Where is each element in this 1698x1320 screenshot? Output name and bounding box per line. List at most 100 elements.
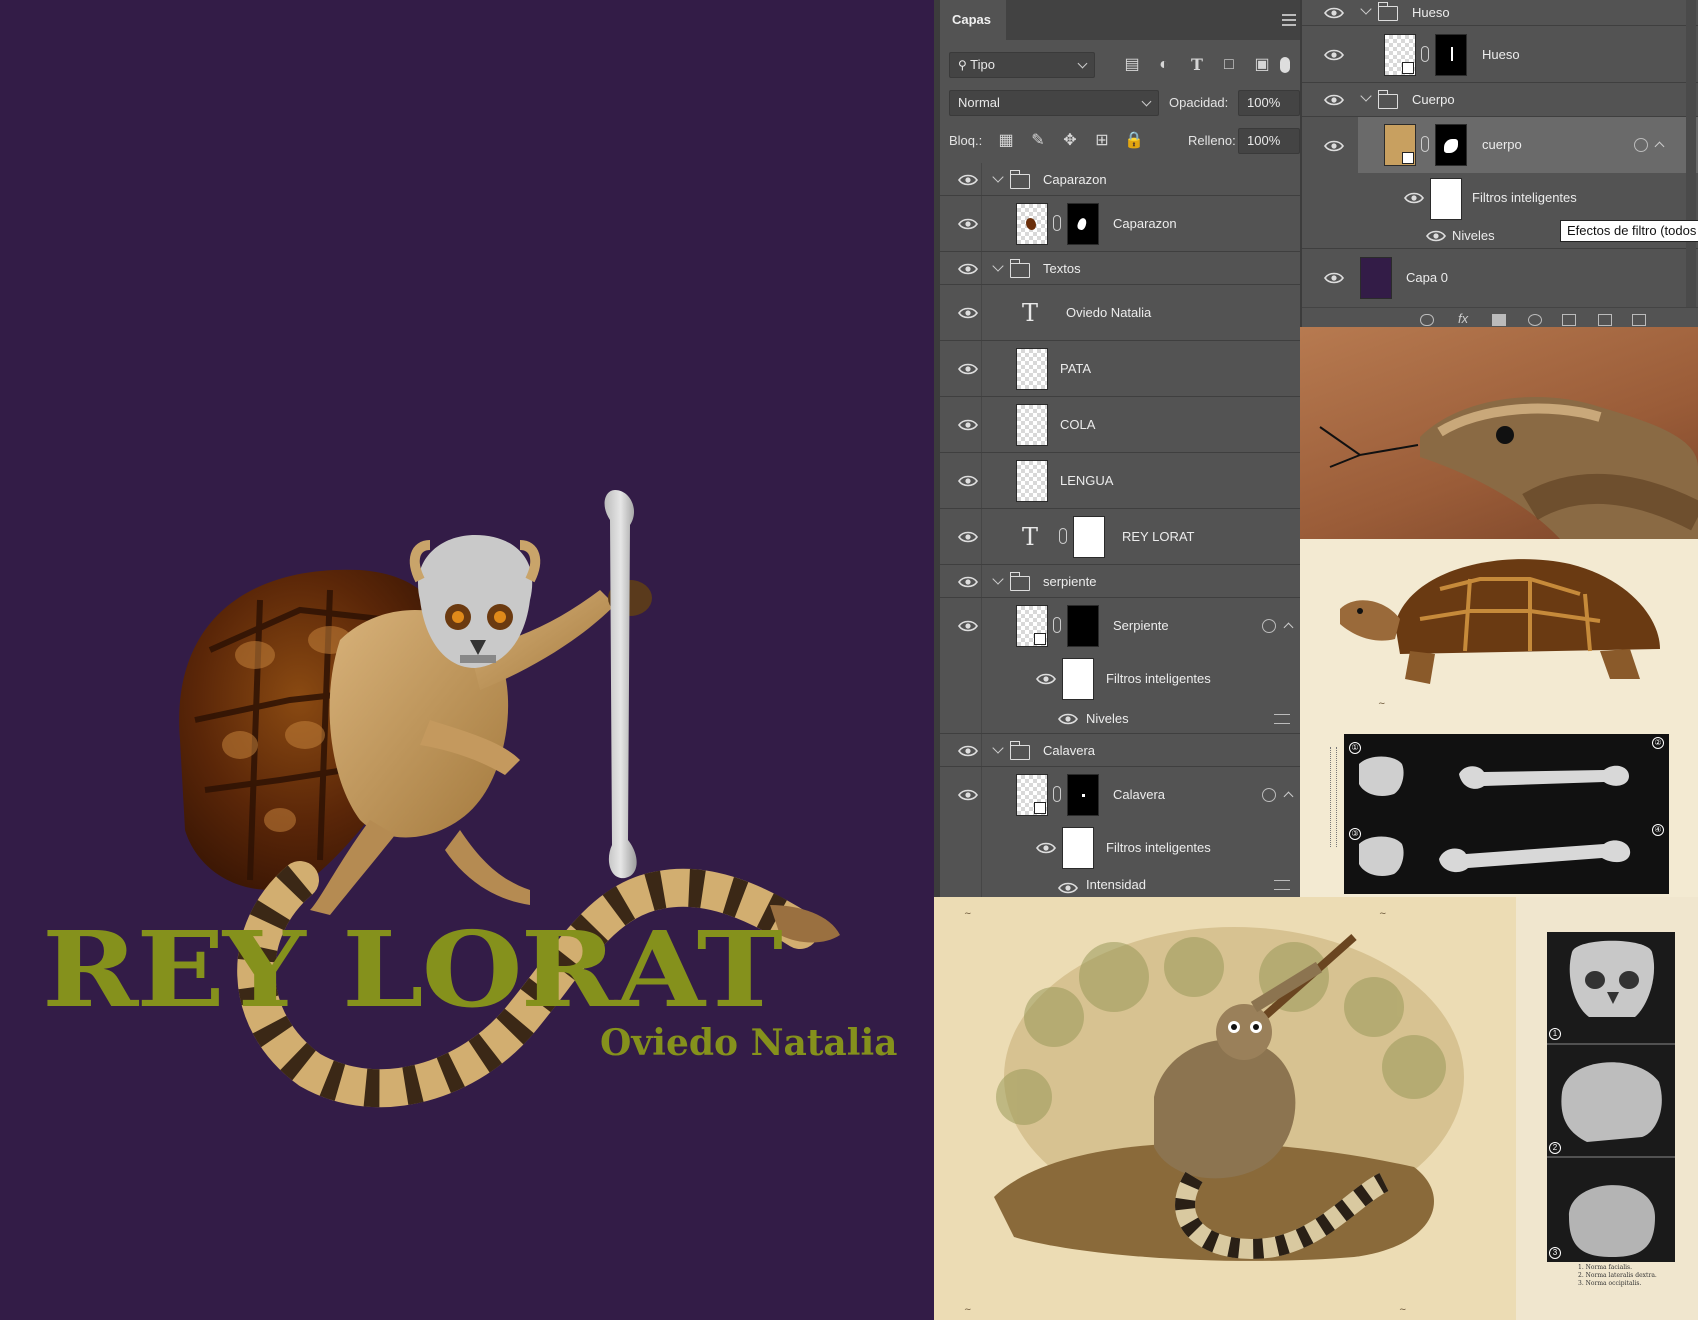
layer-capa-0[interactable]: Capa 0 — [1302, 249, 1698, 307]
layer-mask[interactable] — [1073, 516, 1105, 558]
chevron-down-icon[interactable] — [992, 171, 1004, 183]
layer-cola[interactable]: COLA — [940, 397, 1300, 453]
smart-filter-mask[interactable] — [1062, 658, 1094, 700]
eye-icon[interactable] — [958, 576, 978, 588]
link-icon[interactable] — [1053, 215, 1061, 231]
chevron-down-icon[interactable] — [992, 260, 1004, 272]
fill-input[interactable]: 100% — [1238, 128, 1300, 154]
eye-icon[interactable] — [1324, 49, 1344, 61]
eye-icon[interactable] — [1324, 94, 1344, 106]
trash-icon[interactable] — [1632, 314, 1646, 326]
filter-type-select[interactable]: ⚲ Tipo — [949, 52, 1095, 78]
eye-icon[interactable] — [958, 218, 978, 230]
pixel-filter-icon[interactable]: ▤ — [1120, 52, 1144, 78]
link-icon[interactable] — [1053, 617, 1061, 633]
layer-caparazon[interactable]: Caparazon — [940, 196, 1300, 252]
filter-niveles-serpiente[interactable]: Niveles — [940, 704, 1300, 734]
layer-mask[interactable] — [1067, 203, 1099, 245]
eye-icon[interactable] — [1324, 140, 1344, 152]
layer-hueso[interactable]: Hueso — [1302, 26, 1698, 83]
layer-group-caparazon[interactable]: Caparazon — [940, 163, 1300, 196]
chevron-down-icon[interactable] — [992, 742, 1004, 754]
smart-filter-badge-icon[interactable] — [1634, 138, 1648, 152]
smart-filters-calavera[interactable]: Filtros inteligentes — [940, 823, 1300, 873]
layer-text-oviedo-natalia[interactable]: T Oviedo Natalia — [940, 285, 1300, 341]
smart-filters-serpiente[interactable]: Filtros inteligentes — [940, 654, 1300, 704]
fx-icon[interactable]: fx — [1458, 311, 1468, 326]
link-icon[interactable] — [1059, 528, 1067, 544]
smart-filter-mask[interactable] — [1430, 178, 1462, 220]
text-layer-icon: T — [1022, 299, 1039, 327]
link-layers-icon[interactable] — [1420, 314, 1434, 326]
eye-icon[interactable] — [958, 263, 978, 275]
layer-group-serpiente[interactable]: serpiente — [940, 565, 1300, 598]
layer-calavera[interactable]: Calavera — [940, 767, 1300, 823]
lock-brush-icon[interactable]: ✎ — [1026, 128, 1050, 154]
smart-filter-icon[interactable]: ▣ — [1250, 52, 1274, 78]
eye-icon[interactable] — [1324, 272, 1344, 284]
filter-toggle-icon[interactable] — [1280, 57, 1290, 73]
shape-filter-icon[interactable]: □ — [1217, 52, 1241, 78]
layer-mask[interactable] — [1067, 605, 1099, 647]
new-layer-icon[interactable] — [1598, 314, 1612, 326]
eye-icon[interactable] — [958, 620, 978, 632]
tab-capas[interactable]: Capas — [940, 0, 1006, 40]
layer-lengua[interactable]: LENGUA — [940, 453, 1300, 509]
opacity-input[interactable]: 100% — [1238, 90, 1300, 116]
right-panel-scrollbar[interactable] — [1686, 0, 1696, 307]
eye-icon[interactable] — [958, 789, 978, 801]
new-group-icon[interactable] — [1562, 314, 1576, 326]
collapse-icon[interactable] — [1283, 791, 1294, 802]
layer-group-cuerpo[interactable]: Cuerpo — [1302, 83, 1698, 117]
smart-filter-badge-icon[interactable] — [1262, 619, 1276, 633]
layer-group-calavera[interactable]: Calavera — [940, 734, 1300, 767]
collapse-icon[interactable] — [1283, 622, 1294, 633]
collapse-icon[interactable] — [1654, 141, 1665, 152]
smart-filter-badge-icon[interactable] — [1262, 788, 1276, 802]
lock-move-icon[interactable]: ✥ — [1058, 128, 1082, 154]
chevron-down-icon[interactable] — [1360, 3, 1372, 15]
eye-icon[interactable] — [958, 307, 978, 319]
lock-icon[interactable]: 🔒 — [1122, 128, 1146, 154]
eye-icon[interactable] — [958, 745, 978, 757]
layer-group-hueso[interactable]: Hueso — [1302, 0, 1698, 26]
chevron-down-icon[interactable] — [992, 573, 1004, 585]
layer-group-textos[interactable]: Textos — [940, 252, 1300, 285]
eye-icon[interactable] — [958, 363, 978, 375]
layer-mask[interactable] — [1435, 34, 1467, 76]
layer-text-rey-lorat[interactable]: T REY LORAT — [940, 509, 1300, 565]
adjustment-filter-icon[interactable]: ◐ — [1152, 52, 1176, 78]
eye-icon[interactable] — [958, 419, 978, 431]
layer-mask[interactable] — [1435, 124, 1467, 166]
eye-icon[interactable] — [1036, 842, 1056, 854]
layer-serpiente[interactable]: Serpiente — [940, 598, 1300, 654]
eye-icon[interactable] — [958, 174, 978, 186]
eye-icon[interactable] — [1058, 713, 1078, 725]
lock-transparent-icon[interactable]: ▦ — [994, 128, 1018, 154]
adjustment-layer-icon[interactable] — [1528, 314, 1542, 326]
link-icon[interactable] — [1421, 136, 1429, 152]
blend-mode-select[interactable]: Normal — [949, 90, 1159, 116]
eye-icon[interactable] — [1324, 7, 1344, 19]
eye-icon[interactable] — [958, 475, 978, 487]
text-filter-icon[interactable]: T — [1185, 52, 1209, 78]
eye-icon[interactable] — [1426, 230, 1446, 242]
filter-settings-icon[interactable] — [1274, 880, 1290, 890]
link-icon[interactable] — [1421, 46, 1429, 62]
layer-name: Capa 0 — [1406, 270, 1448, 285]
link-icon[interactable] — [1053, 786, 1061, 802]
filter-settings-icon[interactable] — [1274, 714, 1290, 724]
eye-icon[interactable] — [1036, 673, 1056, 685]
layer-cuerpo-selected[interactable]: cuerpo — [1358, 117, 1698, 173]
eye-icon[interactable] — [1404, 192, 1424, 204]
eye-icon[interactable] — [958, 531, 978, 543]
eye-icon[interactable] — [1058, 882, 1078, 894]
filter-intensidad-calavera[interactable]: Intensidad — [940, 873, 1300, 897]
layer-mask[interactable] — [1067, 774, 1099, 816]
lock-artboard-icon[interactable]: ⊞ — [1090, 128, 1114, 154]
layer-pata[interactable]: PATA — [940, 341, 1300, 397]
smart-filter-mask[interactable] — [1062, 827, 1094, 869]
panel-menu-icon[interactable] — [1282, 14, 1296, 26]
chevron-down-icon[interactable] — [1360, 90, 1372, 102]
add-mask-icon[interactable] — [1492, 314, 1506, 326]
